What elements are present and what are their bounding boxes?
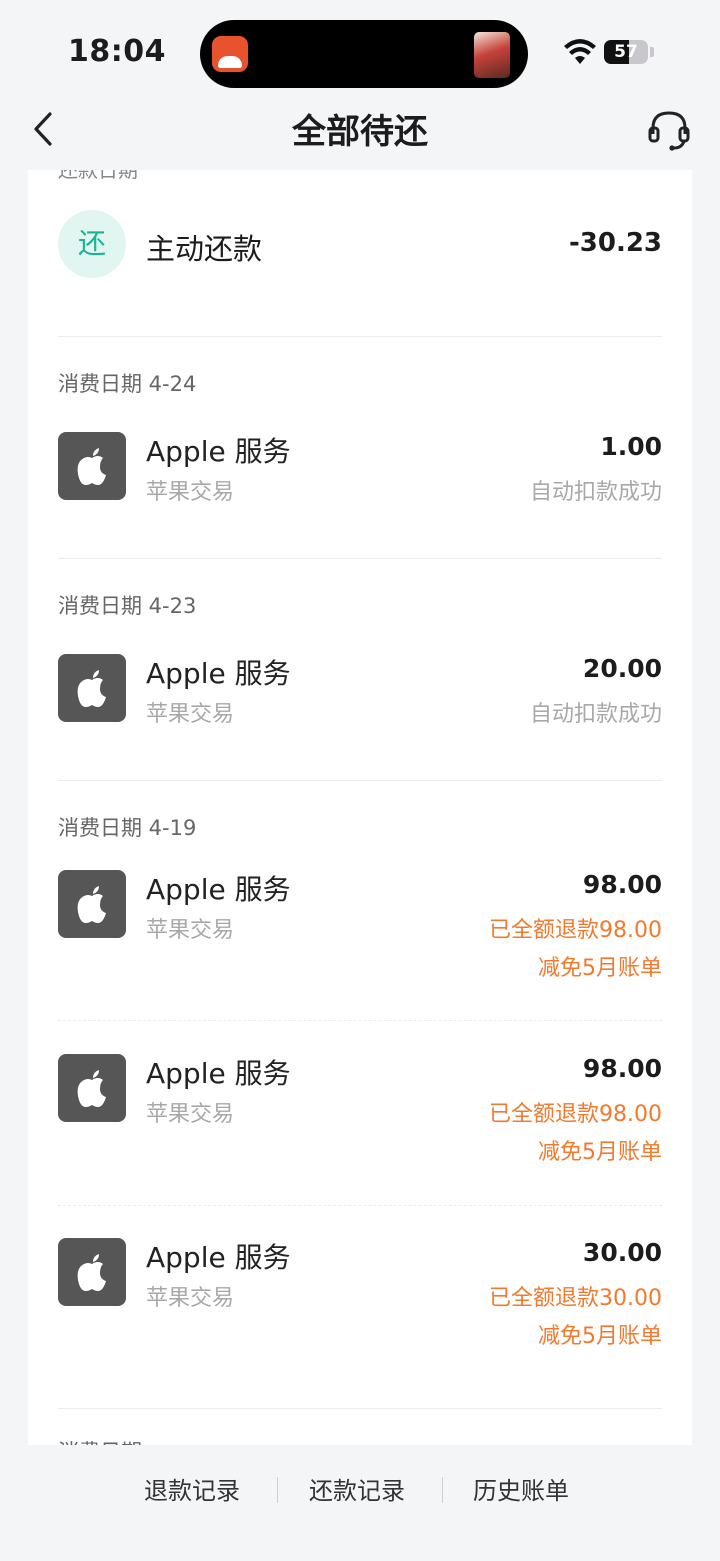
transaction-type: 苹果交易	[146, 918, 235, 943]
transaction-type: 苹果交易	[146, 702, 235, 727]
divider	[58, 558, 662, 559]
repayment-records-link[interactable]: 还款记录	[309, 1471, 405, 1506]
merchant-name: Apple 服务	[146, 435, 291, 468]
reading-app-icon	[212, 36, 248, 72]
transaction-amount: 30.00	[582, 1238, 662, 1267]
now-playing-artwork	[474, 32, 510, 78]
consumption-date: 消费日期 4-23	[58, 594, 197, 618]
history-bills-link[interactable]: 历史账单	[473, 1471, 569, 1506]
transaction-amount: 98.00	[582, 1054, 662, 1083]
merchant-name: Apple 服务	[146, 1241, 291, 1274]
divider	[58, 1408, 662, 1409]
back-chevron-icon[interactable]	[22, 104, 72, 154]
apple-logo-icon	[58, 1054, 126, 1122]
nav-bar: 全部待还	[0, 100, 720, 170]
pending-bill-list: 还款日期 还 主动还款 -30.23 消费日期 4-24 Apple 服务 苹果…	[28, 170, 692, 1445]
apple-logo-icon	[58, 654, 126, 722]
transaction-type: 苹果交易	[146, 480, 235, 505]
bill-waiver-note: 减免5月账单	[538, 956, 662, 981]
separator	[442, 1477, 443, 1503]
apple-logo-icon	[58, 1238, 126, 1306]
page-title: 全部待还	[292, 112, 428, 152]
divider	[58, 780, 662, 781]
wifi-icon	[564, 39, 596, 64]
apple-logo-icon	[58, 432, 126, 500]
dashed-divider	[58, 1020, 662, 1021]
status-time: 18:04	[68, 34, 166, 69]
transaction-amount: 98.00	[582, 870, 662, 899]
dashed-divider	[58, 1205, 662, 1206]
transaction-amount: 20.00	[582, 654, 662, 683]
repay-badge-icon: 还	[58, 210, 126, 278]
transaction-amount: 1.00	[600, 432, 662, 461]
transaction-type: 苹果交易	[146, 1286, 235, 1311]
consumption-date-cut-off: 消费日期	[58, 1436, 142, 1445]
battery-level: 57	[614, 42, 638, 62]
battery-cap	[650, 47, 654, 57]
consumption-date: 消费日期 4-19	[58, 816, 197, 840]
transaction-status: 自动扣款成功	[529, 480, 662, 505]
refund-status: 已全额退款30.00	[489, 1286, 662, 1311]
bill-waiver-note: 减免5月账单	[538, 1140, 662, 1165]
bill-waiver-note: 减免5月账单	[538, 1324, 662, 1349]
dynamic-island	[200, 20, 528, 88]
repayment-label: 主动还款	[146, 232, 263, 266]
refund-status: 已全额退款98.00	[489, 918, 662, 943]
merchant-name: Apple 服务	[146, 873, 291, 906]
transaction-status: 自动扣款成功	[529, 702, 662, 727]
separator	[277, 1477, 278, 1503]
apple-logo-icon	[58, 870, 126, 938]
cut-off-heading: 还款日期	[58, 170, 138, 182]
merchant-name: Apple 服务	[146, 657, 291, 690]
consumption-date: 消费日期 4-24	[58, 372, 197, 396]
bottom-links-bar: 退款记录 还款记录 历史账单	[0, 1445, 720, 1561]
customer-service-headset-icon[interactable]	[644, 104, 694, 154]
merchant-name: Apple 服务	[146, 1057, 291, 1090]
status-bar: 18:04 57	[0, 0, 720, 100]
refund-records-link[interactable]: 退款记录	[144, 1471, 240, 1506]
repayment-amount: -30.23	[568, 228, 662, 258]
battery-icon: 57	[604, 40, 648, 64]
refund-status: 已全额退款98.00	[489, 1102, 662, 1127]
transaction-type: 苹果交易	[146, 1102, 235, 1127]
divider	[58, 336, 662, 337]
